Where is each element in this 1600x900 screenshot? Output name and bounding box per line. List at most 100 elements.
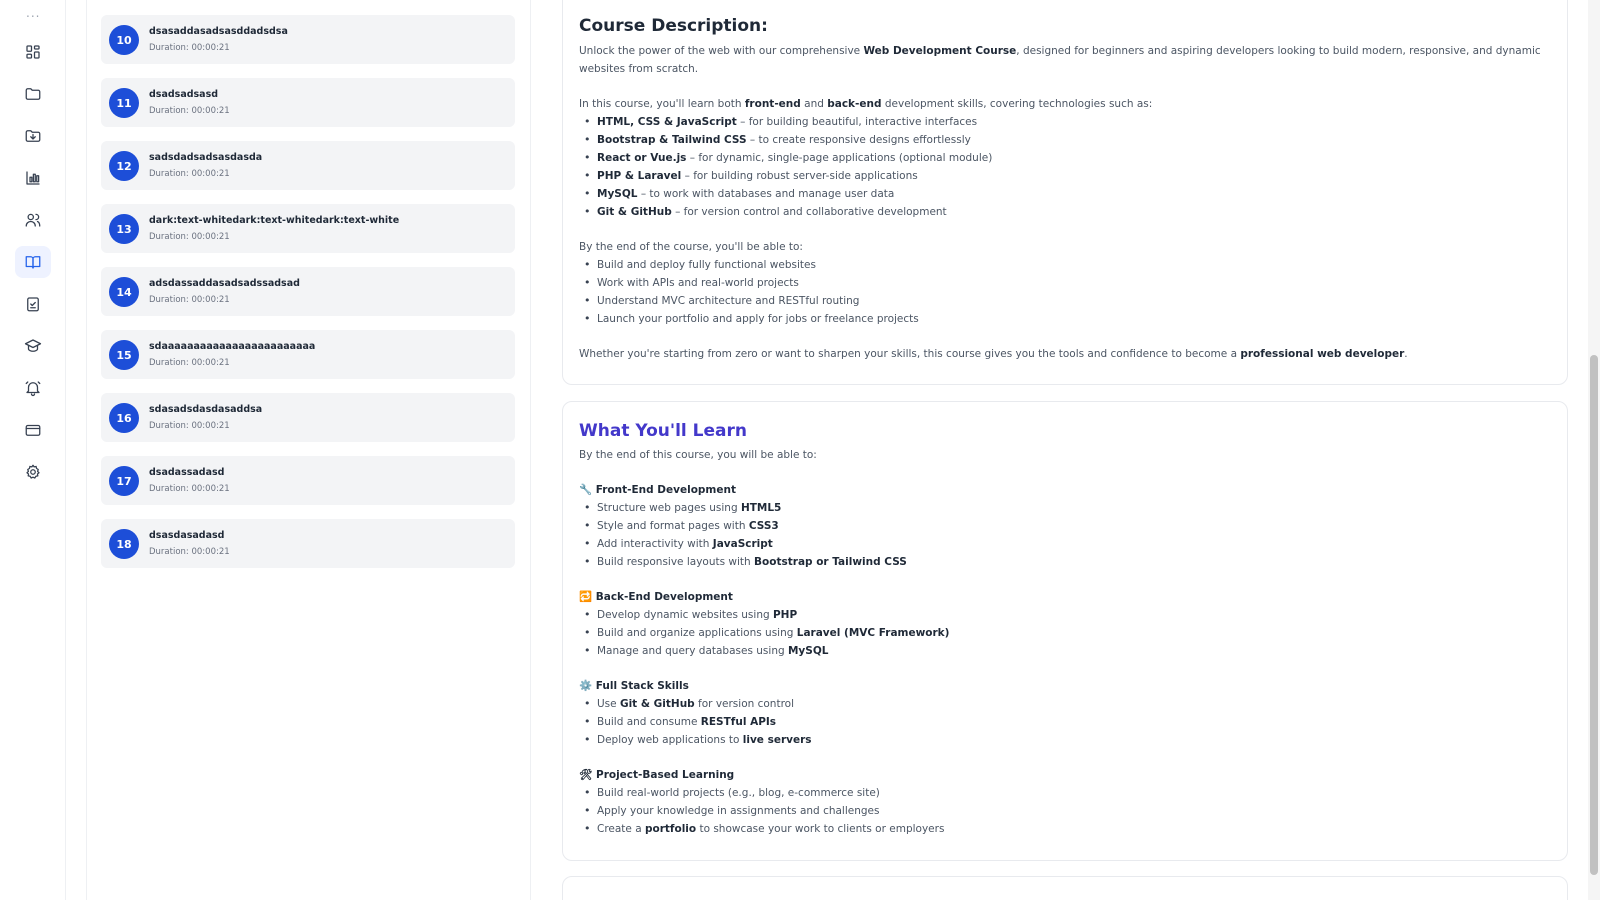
open-book-icon: [25, 256, 41, 269]
clipboard-check-icon: [27, 297, 39, 312]
list-item: Develop dynamic websites using PHP: [579, 606, 1551, 624]
lesson-title: sdaaaaaaaaaaaaaaaaaaaaaaaa: [149, 341, 316, 352]
lesson-number-badge: 18: [109, 529, 139, 559]
list-item: Build and consume RESTful APIs: [579, 713, 1551, 731]
full-stack-list: Use Git & GitHub for version control Bui…: [579, 695, 1551, 749]
list-item: Manage and query databases using MySQL: [579, 642, 1551, 660]
lesson-duration: Duration: 00:00:21: [149, 106, 230, 116]
more-dots-icon[interactable]: ...: [26, 6, 40, 20]
dashboard-nav-button[interactable]: [15, 36, 51, 68]
settings-nav-button[interactable]: [15, 456, 51, 488]
lesson-number-badge: 11: [109, 88, 139, 118]
folder-nav-button[interactable]: [15, 78, 51, 110]
courses-nav-button[interactable]: [15, 246, 51, 278]
course-description-heading: Course Description:: [579, 16, 768, 36]
lesson-title: dsasaddasadsasddadsdsa: [149, 26, 288, 37]
outcomes-list: Build and deploy fully functional websit…: [579, 256, 1551, 328]
lesson-duration: Duration: 00:00:21: [149, 484, 230, 494]
lesson-item[interactable]: 18 dsasdasadasd Duration: 00:00:21: [101, 519, 515, 568]
learn-intro: By the end of this course, you will be a…: [579, 449, 817, 461]
bell-icon: [25, 381, 41, 397]
description-closing: Whether you're starting from zero or wan…: [579, 348, 1408, 360]
graduation-cap-icon: [24, 339, 42, 352]
course-details: Course Description: Unlock the power of …: [562, 0, 1568, 900]
folder-download-icon: [25, 130, 41, 142]
billing-nav-button[interactable]: [15, 414, 51, 446]
lesson-number-badge: 12: [109, 151, 139, 181]
lesson-title: dsasdasadasd: [149, 530, 225, 541]
lesson-duration: Duration: 00:00:21: [149, 43, 230, 53]
reports-nav-button[interactable]: [15, 162, 51, 194]
downloads-nav-button[interactable]: [15, 120, 51, 152]
lesson-item[interactable]: 13 dark:text-whitedark:text-whitedark:te…: [101, 204, 515, 253]
lesson-number-badge: 10: [109, 25, 139, 55]
repeat-icon: 🔁: [579, 591, 593, 603]
list-item: HTML, CSS & JavaScript – for building be…: [579, 113, 1551, 131]
lesson-item[interactable]: 16 sdasadsdasdasaddsa Duration: 00:00:21: [101, 393, 515, 442]
lesson-title: sadsdadsadsasdasda: [149, 152, 263, 163]
description-skills-intro: In this course, you'll learn both front-…: [579, 98, 1153, 110]
lesson-item[interactable]: 10 dsasaddasadsasddadsdsa Duration: 00:0…: [101, 15, 515, 64]
outcomes-intro: By the end of the course, you'll be able…: [579, 241, 803, 253]
list-item: Launch your portfolio and apply for jobs…: [579, 310, 1551, 328]
lesson-list: 10 dsasaddasadsasddadsdsa Duration: 00:0…: [86, 0, 531, 900]
page-scrollbar[interactable]: [1588, 0, 1600, 900]
lesson-item[interactable]: 17 dsadassadasd Duration: 00:00:21: [101, 456, 515, 505]
section-heading-full-stack: ⚙️ Full Stack Skills: [579, 680, 689, 692]
project-based-list: Build real-world projects (e.g., blog, e…: [579, 784, 1551, 838]
lesson-duration: Duration: 00:00:21: [149, 232, 230, 242]
lesson-duration: Duration: 00:00:21: [149, 169, 230, 179]
folder-icon: [25, 88, 41, 100]
list-item: Deploy web applications to live servers: [579, 731, 1551, 749]
notifications-nav-button[interactable]: [15, 372, 51, 404]
next-section-card: [562, 876, 1568, 900]
list-item: PHP & Laravel – for building robust serv…: [579, 167, 1551, 185]
lesson-item[interactable]: 12 sadsdadsadsasdasda Duration: 00:00:21: [101, 141, 515, 190]
lesson-duration: Duration: 00:00:21: [149, 547, 230, 557]
list-item: Build and deploy fully functional websit…: [579, 256, 1551, 274]
back-end-list: Develop dynamic websites using PHP Build…: [579, 606, 1551, 660]
section-heading-front-end: 🔧 Front-End Development: [579, 484, 736, 496]
graduation-nav-button[interactable]: [15, 330, 51, 362]
users-icon: [25, 213, 41, 227]
list-item: Use Git & GitHub for version control: [579, 695, 1551, 713]
what-youll-learn-heading: What You'll Learn: [579, 421, 747, 441]
lesson-number-badge: 15: [109, 340, 139, 370]
icon-sidebar: ...: [0, 0, 66, 900]
dashboard-grid-icon: [26, 45, 40, 59]
tasks-nav-button[interactable]: [15, 288, 51, 320]
lesson-title: dark:text-whitedark:text-whitedark:text-…: [149, 215, 400, 226]
lesson-title: dsadsadsasd: [149, 89, 219, 100]
credit-card-icon: [25, 424, 41, 436]
section-heading-back-end: 🔁 Back-End Development: [579, 591, 733, 603]
list-item: Git & GitHub – for version control and c…: [579, 203, 1551, 221]
lesson-title: adsdassaddasadsadssadsad: [149, 278, 300, 289]
wrench-icon: 🔧: [579, 484, 593, 496]
lesson-title: dsadassadasd: [149, 467, 225, 478]
scrollbar-thumb[interactable]: [1590, 355, 1598, 875]
list-item: Build real-world projects (e.g., blog, e…: [579, 784, 1551, 802]
bar-chart-icon: [26, 171, 40, 185]
what-youll-learn-card: What You'll Learn By the end of this cou…: [562, 401, 1568, 861]
lesson-item[interactable]: 15 sdaaaaaaaaaaaaaaaaaaaaaaaa Duration: …: [101, 330, 515, 379]
lesson-title: sdasadsdasdasaddsa: [149, 404, 263, 415]
users-nav-button[interactable]: [15, 204, 51, 236]
lesson-duration: Duration: 00:00:21: [149, 421, 230, 431]
lesson-number-badge: 17: [109, 466, 139, 496]
description-intro: Unlock the power of the web with our com…: [579, 45, 1541, 75]
hammer-wrench-icon: 🛠: [579, 769, 593, 781]
list-item: Understand MVC architecture and RESTful …: [579, 292, 1551, 310]
lesson-number-badge: 14: [109, 277, 139, 307]
gear-icon: [26, 464, 40, 479]
lesson-item[interactable]: 11 dsadsadsasd Duration: 00:00:21: [101, 78, 515, 127]
lesson-number-badge: 16: [109, 403, 139, 433]
section-heading-project-based: 🛠 Project-Based Learning: [579, 769, 735, 781]
list-item: Work with APIs and real-world projects: [579, 274, 1551, 292]
lesson-duration: Duration: 00:00:21: [149, 358, 230, 368]
lesson-duration: Duration: 00:00:21: [149, 295, 230, 305]
gear-icon: ⚙️: [579, 680, 593, 692]
lesson-number-badge: 13: [109, 214, 139, 244]
list-item: Build responsive layouts with Bootstrap …: [579, 553, 1551, 571]
lesson-item[interactable]: 14 adsdassaddasadsadssadsad Duration: 00…: [101, 267, 515, 316]
list-item: Bootstrap & Tailwind CSS – to create res…: [579, 131, 1551, 149]
